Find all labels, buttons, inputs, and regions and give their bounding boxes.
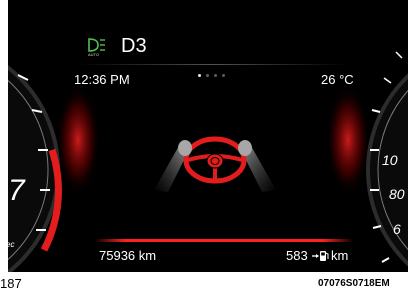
speedometer-number-top: 10	[382, 152, 398, 168]
left-red-glow	[56, 85, 100, 195]
speedometer-gauge: 10 80 6	[366, 51, 408, 267]
tachometer-gauge: 7 ec	[8, 65, 62, 272]
cluster-display: 7 ec 10 80 6 AUTO D3 12:36 PM 26 °C	[8, 0, 408, 272]
odometer: 75936 km	[99, 248, 157, 263]
top-divider	[78, 64, 348, 65]
page-dot	[206, 74, 209, 77]
range-unit: km	[331, 248, 349, 263]
clock: 12:36 PM	[74, 72, 130, 87]
trip-divider	[94, 239, 354, 242]
page-dot	[214, 74, 217, 77]
page-dot	[198, 74, 201, 77]
fuel-pump-icon	[312, 251, 329, 261]
page-number: 187	[0, 276, 22, 291]
tachometer-number: 7	[8, 174, 26, 207]
image-code: 07076S0718EM	[318, 278, 390, 289]
page-dot	[222, 74, 225, 77]
speedometer-number-bottom: 6	[393, 221, 401, 237]
page-dots	[198, 72, 238, 80]
right-red-glow	[326, 85, 370, 195]
auto-label: AUTO	[88, 52, 100, 57]
gear-indicator: D3	[121, 35, 147, 57]
steering-wheel-hands-icon	[154, 136, 276, 192]
range-value: 583	[286, 248, 308, 263]
outside-temperature: 26 °C	[321, 72, 354, 87]
speedometer-number-mid: 80	[389, 186, 405, 202]
tachometer-small-text: ec	[8, 240, 14, 249]
